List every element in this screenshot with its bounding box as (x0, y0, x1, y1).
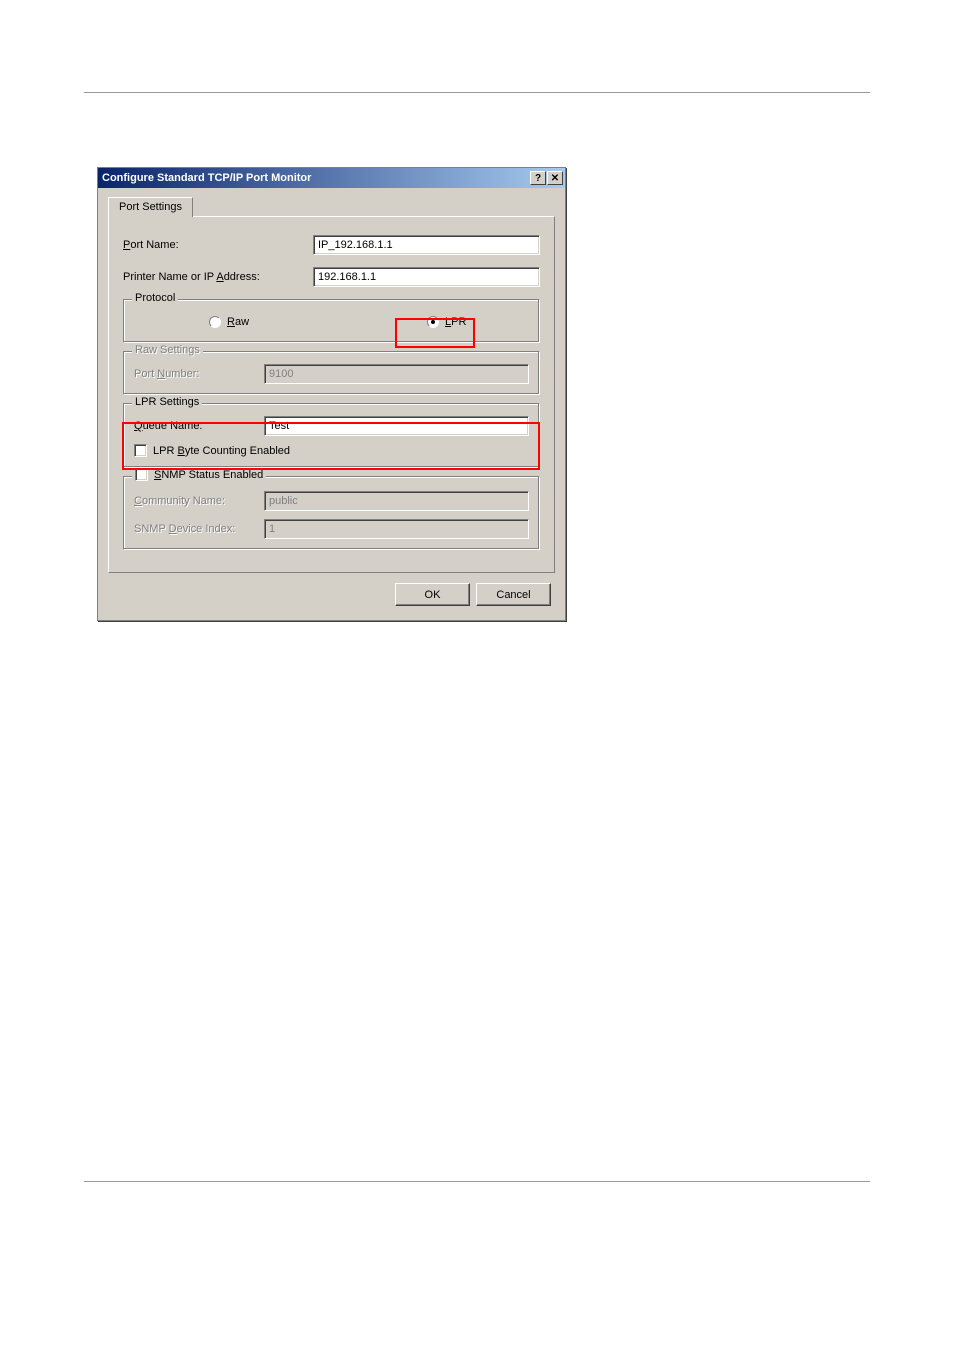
lpr-settings-fieldset: LPR Settings Queue Name: LPR Byte Counti… (123, 403, 540, 468)
titlebar-title: Configure Standard TCP/IP Port Monitor (102, 172, 530, 184)
close-button[interactable]: ✕ (547, 171, 563, 185)
community-name-label: Community Name: (134, 495, 264, 507)
device-index-input (264, 519, 529, 539)
protocol-raw-radio[interactable]: Raw (209, 316, 249, 328)
printer-address-row: Printer Name or IP Address: (123, 267, 540, 287)
port-number-label: Port Number: (134, 368, 264, 380)
snmp-fieldset: SNMP Status Enabled Community Name: SNMP… (123, 476, 540, 550)
community-name-row: Community Name: (134, 491, 529, 511)
queue-name-input[interactable] (264, 416, 529, 436)
lpr-byte-counting-row[interactable]: LPR Byte Counting Enabled (134, 444, 529, 457)
dialog-buttons: OK Cancel (108, 573, 555, 610)
checkbox-icon (135, 468, 148, 481)
snmp-status-label: SNMP Status Enabled (154, 469, 263, 481)
community-name-input (264, 491, 529, 511)
radio-icon (427, 316, 439, 328)
radio-icon (209, 316, 221, 328)
protocol-legend: Protocol (132, 292, 178, 304)
page-divider-top (84, 92, 870, 93)
ok-button[interactable]: OK (395, 583, 470, 606)
tab-port-settings[interactable]: Port Settings (108, 197, 193, 217)
titlebar: Configure Standard TCP/IP Port Monitor ?… (98, 168, 565, 188)
device-index-label: SNMP Device Index: (134, 523, 264, 535)
printer-address-label: Printer Name or IP Address: (123, 271, 313, 283)
protocol-lpr-radio[interactable]: LPR (427, 316, 466, 328)
radio-dot-icon (431, 320, 435, 324)
printer-address-input[interactable] (313, 267, 540, 287)
protocol-lpr-label: LPR (445, 316, 466, 328)
dialog-body: Port Settings Port Name: Printer Name or… (98, 188, 565, 620)
lpr-settings-legend: LPR Settings (132, 396, 202, 408)
port-name-row: Port Name: (123, 235, 540, 255)
snmp-legend-checkbox[interactable]: SNMP Status Enabled (132, 468, 266, 481)
port-monitor-dialog: Configure Standard TCP/IP Port Monitor ?… (97, 167, 566, 621)
port-number-row: Port Number: (134, 364, 529, 384)
port-number-input (264, 364, 529, 384)
cancel-button[interactable]: Cancel (476, 583, 551, 606)
help-button[interactable]: ? (530, 171, 546, 185)
raw-settings-fieldset: Raw Settings Port Number: (123, 351, 540, 395)
protocol-fieldset: Protocol Raw LPR (123, 299, 540, 343)
port-name-label: Port Name: (123, 239, 313, 251)
protocol-raw-label: Raw (227, 316, 249, 328)
tab-panel: Port Name: Printer Name or IP Address: P… (108, 216, 555, 573)
device-index-row: SNMP Device Index: (134, 519, 529, 539)
lpr-byte-counting-label: LPR Byte Counting Enabled (153, 445, 290, 457)
queue-name-label: Queue Name: (134, 420, 264, 432)
port-name-input[interactable] (313, 235, 540, 255)
protocol-row: Raw LPR (134, 312, 529, 332)
queue-name-row: Queue Name: (134, 416, 529, 436)
tab-strip: Port Settings (108, 196, 555, 216)
page-divider-bottom (84, 1181, 870, 1182)
checkbox-icon (134, 444, 147, 457)
raw-settings-legend: Raw Settings (132, 344, 203, 356)
